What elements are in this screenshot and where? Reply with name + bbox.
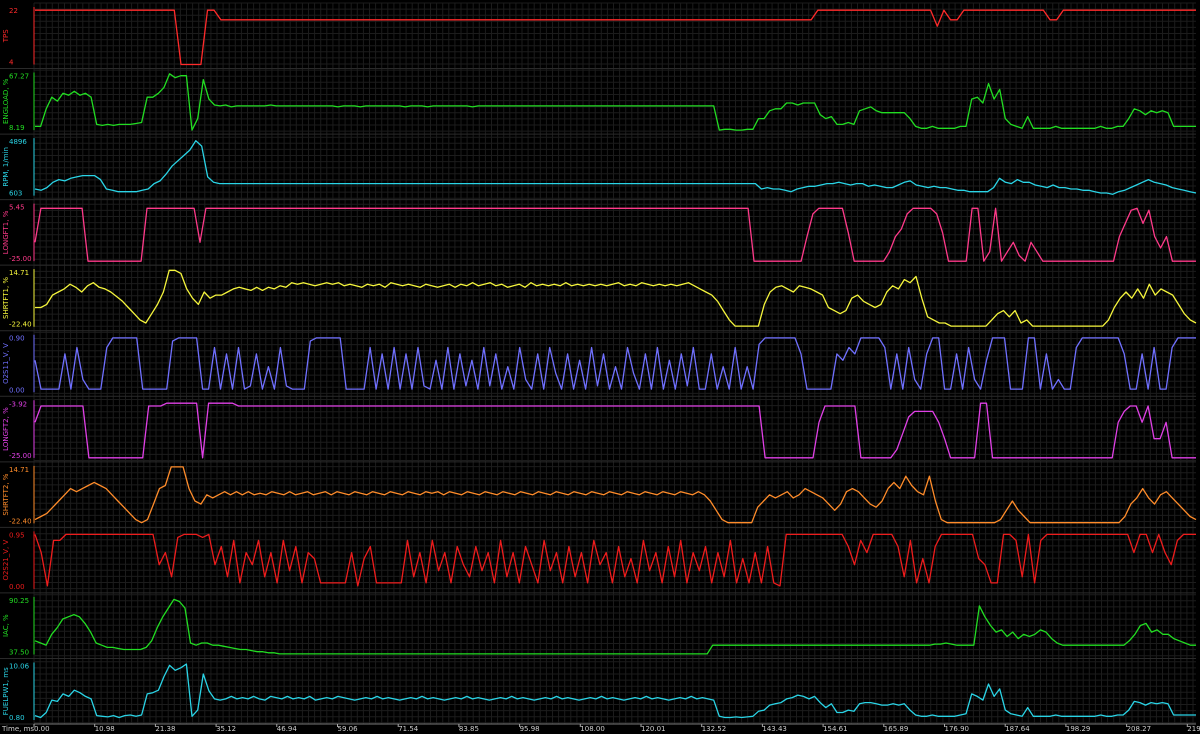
panel-channel-name: LONGFT1, % bbox=[2, 210, 10, 254]
panel-channel-name: RPM, 1/min bbox=[2, 147, 10, 187]
x-tick-label: 21.38 bbox=[155, 725, 175, 733]
panel-y-min-label: 0.80 bbox=[9, 714, 25, 722]
panel-channel-name: O2S21_V, V bbox=[2, 540, 10, 581]
panel-y-max-label: 10.06 bbox=[9, 662, 30, 670]
panel-y-min-label: 603 bbox=[9, 190, 22, 198]
x-tick-label: 59.06 bbox=[338, 725, 359, 733]
x-tick-label: 83.85 bbox=[459, 725, 479, 733]
panel-channel-name: ENGLOAD, % bbox=[2, 78, 10, 124]
panel-y-min-label: 0.00 bbox=[9, 583, 25, 591]
panel-y-max-label: 0.95 bbox=[9, 531, 25, 539]
x-tick-label: 108.00 bbox=[580, 725, 605, 733]
x-tick-label: 208.27 bbox=[1127, 725, 1152, 733]
panel-y-min-label: -25.00 bbox=[9, 255, 32, 263]
panel-y-min-label: 0.00 bbox=[9, 386, 25, 394]
x-tick-label: 219.45 bbox=[1187, 725, 1200, 733]
x-tick-label: 120.01 bbox=[641, 725, 666, 733]
x-tick-label: 143.43 bbox=[762, 725, 787, 733]
x-tick-label: 198.29 bbox=[1066, 725, 1091, 733]
panel-y-max-label: 5.45 bbox=[9, 204, 25, 212]
panel-channel-name: SHRTFT1, % bbox=[2, 277, 10, 319]
panel-y-max-label: 14.71 bbox=[9, 269, 29, 277]
x-tick-label: 176.90 bbox=[945, 725, 970, 733]
multi-channel-plot: 22 4 TPS 67.27 8.19ENGLOAD, % 4896 603 RPM, 1/m… bbox=[0, 0, 1200, 734]
panel-y-max-label: 14.71 bbox=[9, 466, 29, 474]
x-tick-label: 46.94 bbox=[277, 725, 298, 733]
panel-y-min-label: -22.40 bbox=[9, 517, 32, 525]
panel-y-max-label: -3.92 bbox=[9, 400, 27, 408]
panel-y-min-label: 8.19 bbox=[9, 124, 25, 132]
x-tick-label: 154.61 bbox=[823, 725, 848, 733]
panel-channel-name: IAC, % bbox=[2, 614, 10, 637]
x-tick-label: 35.12 bbox=[216, 725, 236, 733]
panel-channel-name: O2S11_V, V bbox=[2, 343, 10, 384]
panel-y-min-label: -25.00 bbox=[9, 452, 32, 460]
x-tick-label: 10.98 bbox=[95, 725, 115, 733]
panel-channel-name: SHRTFT2, % bbox=[2, 473, 10, 515]
x-tick-label: 95.98 bbox=[520, 725, 540, 733]
x-tick-label: 165.89 bbox=[884, 725, 909, 733]
panel-y-max-label: 67.27 bbox=[9, 73, 29, 81]
x-tick-label: 71.54 bbox=[398, 725, 419, 733]
x-tick-label: 187.64 bbox=[1005, 725, 1030, 733]
x-tick-label: 0.00 bbox=[34, 725, 50, 733]
panel-y-min-label: 37.50 bbox=[9, 648, 29, 656]
x-axis-label: Time, ms bbox=[1, 725, 34, 733]
panel-channel-name: LONGFT2, % bbox=[2, 407, 10, 451]
panel-y-min-label: 4 bbox=[9, 59, 14, 67]
panel-y-max-label: 90.25 bbox=[9, 597, 29, 605]
panel-y-max-label: 22 bbox=[9, 7, 18, 15]
panel-channel-name: TPS bbox=[2, 29, 10, 43]
panel-y-max-label: 0.90 bbox=[9, 335, 25, 343]
panel-channel-name: FUELPW1, ms bbox=[2, 667, 10, 715]
x-tick-label: 132.52 bbox=[702, 725, 727, 733]
panel-y-max-label: 4896 bbox=[9, 138, 27, 146]
panel-y-min-label: -22.40 bbox=[9, 321, 32, 329]
